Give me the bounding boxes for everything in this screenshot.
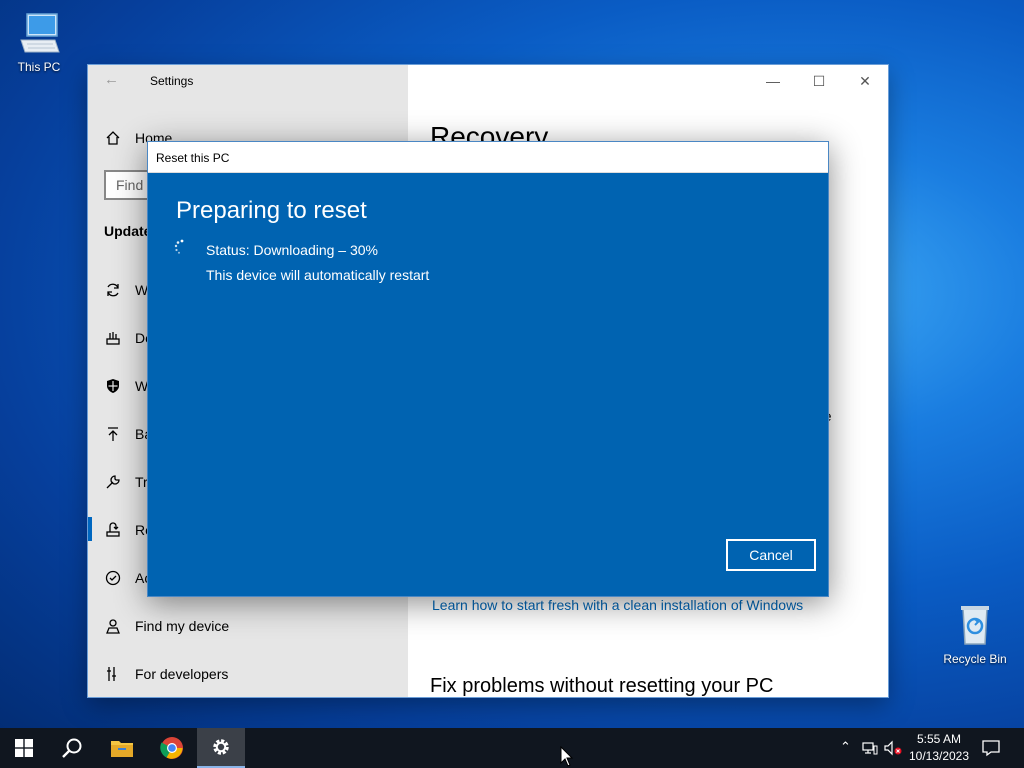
developer-tools-icon — [104, 665, 122, 683]
nav-item-find-my-device[interactable]: Find my device — [104, 614, 229, 638]
windows-logo-icon — [15, 739, 33, 757]
download-status: Status: Downloading – 30% — [206, 242, 378, 258]
settings-title: Settings — [150, 74, 194, 88]
wrench-icon — [104, 473, 122, 491]
shield-icon — [104, 377, 122, 395]
desktop-label-this-pc: This PC — [17, 60, 61, 74]
file-explorer-button[interactable] — [98, 728, 146, 768]
gear-icon — [213, 739, 229, 755]
recovery-icon — [104, 521, 122, 539]
nav-item-troubleshoot[interactable]: Tr — [104, 470, 148, 494]
back-arrow-icon[interactable]: ← — [104, 71, 119, 88]
chevron-up-icon[interactable]: ⌃ — [840, 739, 851, 755]
nav-item-recovery[interactable]: Re — [104, 518, 153, 542]
dialog-heading: Preparing to reset — [176, 197, 367, 224]
desktop-icon-this-pc[interactable]: This PC — [3, 10, 75, 74]
clock-time: 5:55 AM — [916, 732, 962, 746]
minimize-button[interactable]: — — [750, 69, 796, 93]
nav-item-windows-security[interactable]: W — [104, 374, 148, 398]
cancel-button[interactable]: Cancel — [726, 539, 816, 571]
close-button[interactable]: ✕ — [842, 69, 888, 93]
recycle-bin-icon — [961, 606, 989, 645]
clean-install-link[interactable]: Learn how to start fresh with a clean in… — [432, 597, 803, 613]
desktop-icon-recycle-bin[interactable]: Recycle Bin — [939, 602, 1011, 666]
nav-label-find-my-device: Find my device — [135, 618, 230, 634]
computer-icon — [20, 13, 60, 53]
home-icon — [104, 129, 122, 147]
volume-muted-icon[interactable] — [884, 740, 902, 756]
clock-date: 10/13/2023 — [908, 749, 970, 763]
person-pin-icon — [104, 617, 122, 635]
nav-item-activation[interactable]: Ac — [104, 566, 151, 590]
network-icon[interactable] — [862, 740, 878, 756]
chrome-icon — [160, 737, 183, 759]
nav-active-indicator — [88, 517, 92, 541]
start-button[interactable] — [0, 728, 48, 768]
check-circle-icon — [104, 569, 122, 587]
fix-problems-heading: Fix problems without resetting your PC — [430, 675, 774, 697]
delivery-icon — [104, 329, 122, 347]
nav-label-for-developers: For developers — [135, 666, 229, 682]
desktop-label-recycle-bin: Recycle Bin — [943, 652, 1007, 666]
settings-taskbar-button[interactable] — [197, 728, 245, 768]
taskbar-clock[interactable]: 5:55 AM 10/13/2023 — [905, 731, 973, 765]
sync-icon — [104, 281, 122, 299]
spinner-icon — [174, 239, 184, 254]
nav-label-troubleshoot: Tr — [135, 474, 148, 490]
chrome-button[interactable] — [148, 728, 196, 768]
upload-arrow-icon — [104, 425, 122, 443]
search-button[interactable] — [48, 728, 96, 768]
notification-icon[interactable] — [982, 739, 1000, 757]
nav-section-heading: Update — [104, 223, 152, 239]
dialog-title: Reset this PC — [148, 142, 828, 173]
nav-item-delivery-optimization[interactable]: De — [104, 326, 153, 350]
search-icon — [62, 738, 82, 758]
folder-icon — [111, 741, 133, 757]
taskbar: ⌃ 5:55 AM 10/13/2023 — [0, 728, 1024, 768]
mouse-cursor-icon — [560, 746, 574, 767]
nav-item-backup[interactable]: Ba — [104, 422, 152, 446]
maximize-button[interactable]: ☐ — [796, 69, 842, 93]
nav-item-windows-update[interactable]: W — [104, 278, 148, 302]
restart-note: This device will automatically restart — [206, 267, 430, 283]
reset-pc-dialog: Reset this PC Preparing to reset Status:… — [147, 141, 829, 597]
nav-item-for-developers[interactable]: For developers — [104, 662, 228, 686]
